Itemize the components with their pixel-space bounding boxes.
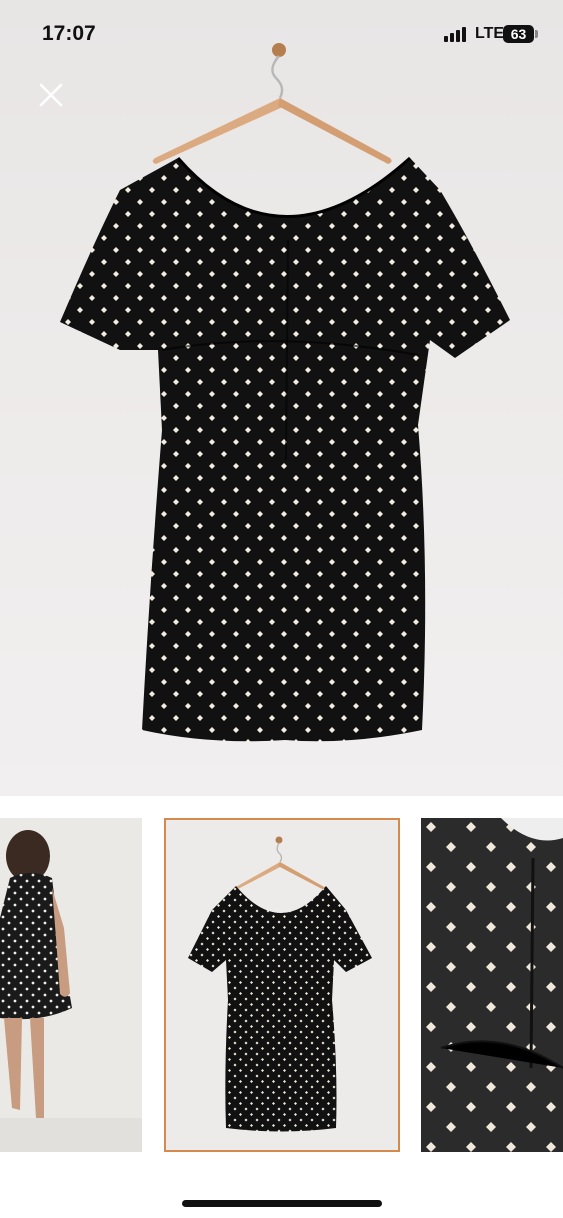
model-back-view-image <box>0 818 142 1152</box>
fabric-closeup-image <box>421 818 563 1152</box>
thumbnail-fabric-closeup[interactable] <box>421 818 563 1152</box>
dress-on-hanger-image <box>60 43 510 742</box>
status-bar: 17:07 LTE 63 <box>0 0 563 64</box>
close-icon <box>39 83 63 107</box>
home-indicator[interactable] <box>182 1200 382 1207</box>
battery-icon: 63 <box>503 25 534 43</box>
status-time: 17:07 <box>42 22 96 45</box>
network-type: LTE <box>475 25 505 42</box>
thumbnail-back-view[interactable] <box>0 818 142 1152</box>
close-button[interactable] <box>36 80 66 110</box>
battery-tip <box>535 30 538 38</box>
thumbnail-front-hanger[interactable] <box>164 818 400 1152</box>
main-product-image <box>0 0 563 796</box>
cellular-signal-icon <box>444 27 468 42</box>
thumbnail-gallery <box>0 818 563 1152</box>
dress-hanger-thumbnail-image <box>188 836 372 1132</box>
